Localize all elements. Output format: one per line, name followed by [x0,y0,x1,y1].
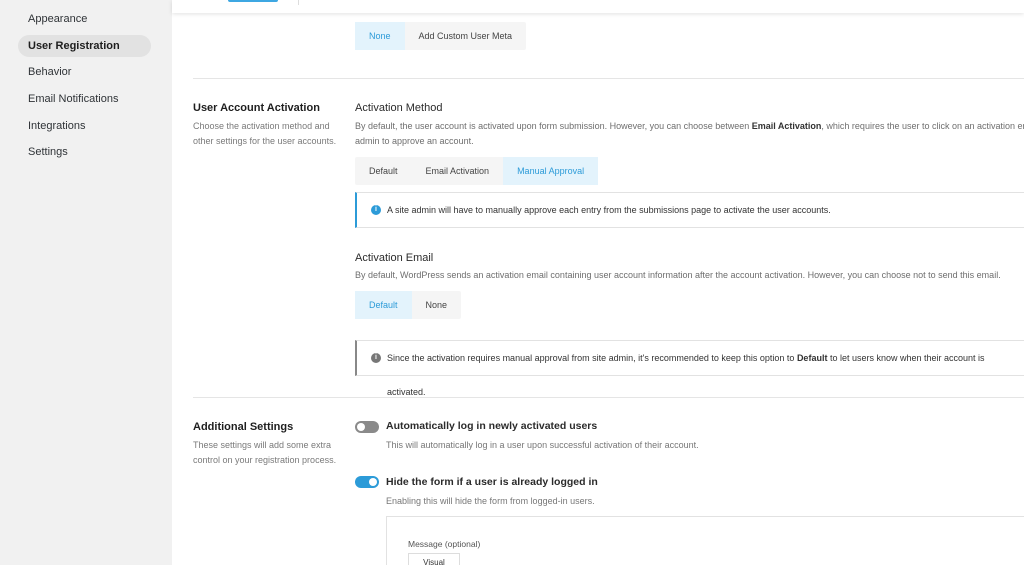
manual-approval-notice-text: A site admin will have to manually appro… [387,205,831,215]
activation-method-option-default[interactable]: Default [355,157,412,185]
hide-form-toggle[interactable] [355,476,379,488]
settings-main: None Add Custom User Meta User Account A… [172,0,1024,565]
manual-approval-notice: i A site admin will have to manually app… [355,192,1024,228]
section-title-additional-settings: Additional Settings [193,421,294,433]
hide-form-label: Hide the form if a user is already logge… [386,476,598,488]
hidden-form-message-box: Message (optional) Visual [386,516,1024,565]
sidebar-item-behavior[interactable]: Behavior [18,61,151,83]
hide-form-description: Enabling this will hide the form from lo… [386,496,595,506]
toolbar-button-edge[interactable] [228,0,278,2]
section-description-additional-settings: These settings will add some extra contr… [193,440,337,465]
info-icon: i [371,353,381,363]
activation-email-option-none[interactable]: None [412,291,462,319]
activation-method-selector: Default Email Activation Manual Approval [355,157,599,185]
activation-email-notice-pre: Since the activation requires manual app… [387,353,797,363]
app-frame: Appearance User Registration Behavior Em… [0,0,1024,565]
auto-login-description: This will automatically log in a user up… [386,440,699,450]
section-title-user-account-activation: User Account Activation [193,102,320,114]
user-meta-option-custom[interactable]: Add Custom User Meta [405,22,527,50]
section-divider [193,397,1024,398]
activation-email-title: Activation Email [355,252,434,264]
user-meta-option-none[interactable]: None [355,22,405,50]
toolbar-separator [298,0,299,5]
message-label: Message (optional) [408,539,481,549]
activation-email-notice: i Since the activation requires manual a… [355,340,1024,397]
editor-tab-visual[interactable]: Visual [408,553,460,565]
activation-email-notice-bold: Default [796,353,828,363]
sidebar-item-settings[interactable]: Settings [18,141,151,163]
activation-method-desc-bold: Email Activation [751,121,822,131]
info-icon: i [371,205,381,215]
activation-method-description: By default, the user account is activate… [355,119,1024,134]
auto-login-label: Automatically log in newly activated use… [386,420,598,432]
sidebar-item-user-registration[interactable]: User Registration [18,35,151,57]
section-description-user-account-activation: Choose the activation method and other s… [193,121,337,146]
activation-email-description: By default, WordPress sends an activatio… [355,270,1001,280]
activation-email-option-default[interactable]: Default [355,291,412,319]
sidebar-item-email-notifications[interactable]: Email Notifications [18,88,151,110]
activation-method-desc-post: , which requires the user to click on an… [821,121,1024,131]
activation-method-option-email[interactable]: Email Activation [412,157,504,185]
sidebar-item-appearance[interactable]: Appearance [18,8,151,30]
activation-email-selector: Default None [355,291,462,319]
activation-method-option-manual[interactable]: Manual Approval [503,157,599,185]
top-toolbar [172,0,1024,13]
auto-login-toggle[interactable] [355,421,379,433]
settings-sidebar: Appearance User Registration Behavior Em… [0,0,172,565]
activation-method-desc-pre: By default, the user account is activate… [355,121,752,131]
section-divider [193,78,1024,79]
activation-method-description-line2: admin to approve an account. [355,136,474,146]
user-meta-selector: None Add Custom User Meta [355,22,527,50]
sidebar-item-integrations[interactable]: Integrations [18,115,151,137]
activation-method-title: Activation Method [355,102,443,114]
